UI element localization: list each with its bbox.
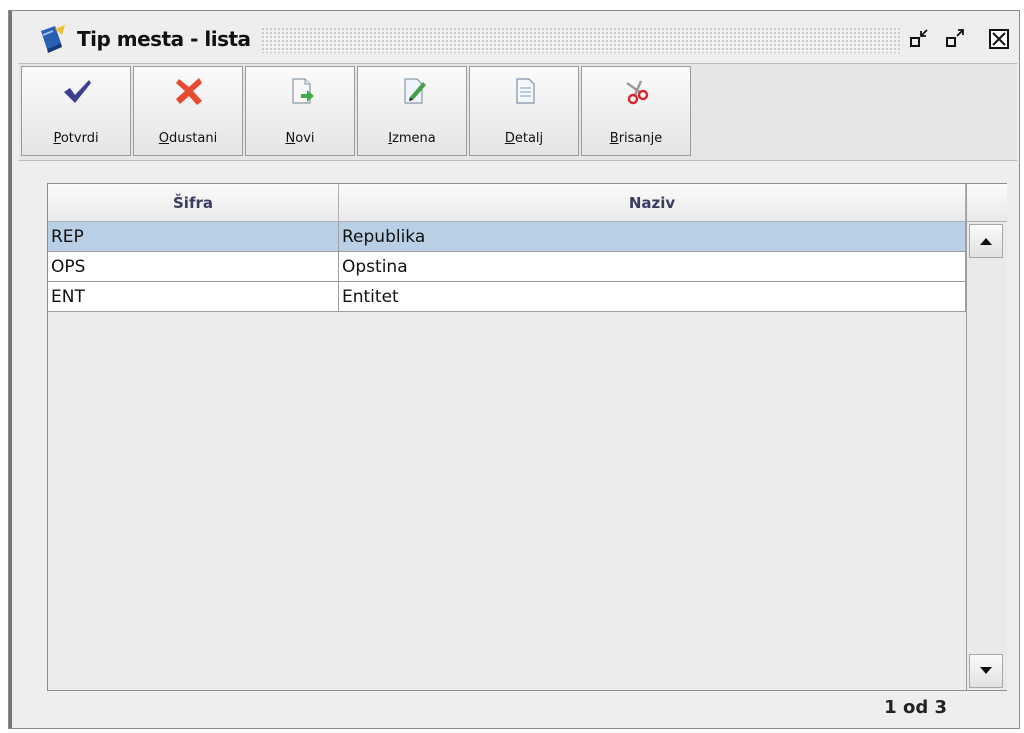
toolbar: Potvrdi Odustani Novi Izmena Detalj Bris…	[19, 63, 1017, 161]
brisanje-label: Brisanje	[609, 131, 663, 146]
document-detail-icon	[516, 78, 535, 104]
scissors-icon	[626, 80, 649, 105]
detalj-label: Detalj	[504, 131, 544, 146]
arrow-down-icon	[980, 667, 992, 674]
novi-label: Novi	[285, 131, 315, 146]
column-header-naziv[interactable]: Naziv	[339, 184, 966, 222]
arrow-up-icon	[980, 238, 992, 245]
iconify-icon[interactable]	[907, 27, 931, 51]
window-title: Tip mesta - lista	[77, 27, 251, 51]
edit-document-icon	[404, 78, 426, 104]
vertical-scrollbar[interactable]	[966, 184, 1007, 690]
table-row[interactable]: OPS Opstina	[48, 252, 966, 282]
odustani-button[interactable]: Odustani	[133, 66, 243, 156]
scrollbar-corner	[967, 184, 1007, 222]
title-bar[interactable]: Tip mesta - lista	[15, 13, 1017, 63]
table-row[interactable]: REP Republika	[48, 222, 966, 252]
scroll-up-button[interactable]	[969, 224, 1003, 258]
app-book-icon	[41, 25, 65, 53]
new-document-icon	[292, 78, 314, 104]
izmena-label: Izmena	[388, 131, 436, 146]
novi-button[interactable]: Novi	[245, 66, 355, 156]
potvrdi-button[interactable]: Potvrdi	[21, 66, 131, 156]
data-table[interactable]: Šifra Naziv REP Republika OPS Opstina EN…	[47, 183, 1007, 691]
detalj-button[interactable]: Detalj	[469, 66, 579, 156]
maximize-icon[interactable]	[943, 27, 967, 51]
cell-naziv: Entitet	[339, 282, 966, 311]
title-bar-texture	[261, 27, 901, 53]
checkmark-icon	[64, 80, 91, 103]
scroll-down-button[interactable]	[969, 654, 1003, 688]
potvrdi-label: Potvrdi	[53, 131, 99, 146]
column-header-sifra[interactable]: Šifra	[48, 184, 339, 222]
cell-sifra: OPS	[48, 252, 339, 281]
pagination-status: 1 od 3	[884, 697, 947, 718]
close-icon[interactable]	[987, 27, 1011, 51]
table-row[interactable]: ENT Entitet	[48, 282, 966, 312]
izmena-button[interactable]: Izmena	[357, 66, 467, 156]
odustani-label: Odustani	[158, 131, 218, 146]
internal-frame-window: Tip mesta - lista Potvrdi Odustani Novi …	[8, 10, 1020, 729]
cell-sifra: ENT	[48, 282, 339, 311]
brisanje-button[interactable]: Brisanje	[581, 66, 691, 156]
cell-sifra: REP	[48, 222, 339, 251]
cell-naziv: Opstina	[339, 252, 966, 281]
cell-naziv: Republika	[339, 222, 966, 251]
cancel-x-icon	[176, 78, 202, 105]
